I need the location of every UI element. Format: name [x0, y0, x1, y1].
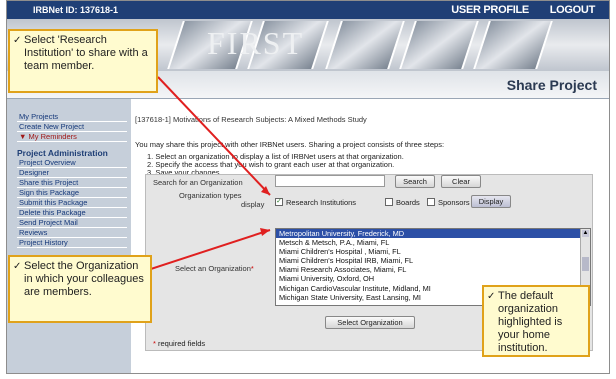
required-star: * — [153, 339, 156, 348]
check-icon: ✓ — [487, 291, 496, 302]
sidebar-item-sign-package[interactable]: Sign this Package — [17, 188, 127, 198]
callout-research-institution: ✓ Select 'Research Institution' to share… — [8, 29, 158, 93]
select-organization-button[interactable]: Select Organization — [325, 316, 415, 329]
sidebar-item-project-overview[interactable]: Project Overview — [17, 158, 127, 168]
banner-photo — [325, 21, 405, 69]
page-title: Share Project — [506, 77, 597, 93]
organization-option-selected[interactable]: Metropolitan University, Frederick, MD — [276, 229, 590, 239]
sidebar-item-create-project[interactable]: Create New Project — [17, 122, 127, 132]
reminder-icon: ▼ — [19, 132, 27, 141]
logout-link[interactable]: LOGOUT — [550, 4, 596, 16]
display-button[interactable]: Display — [471, 195, 511, 208]
check-icon: ✓ — [13, 261, 22, 272]
scroll-up-icon[interactable]: ▲ — [582, 230, 589, 237]
sponsors-label: Sponsors — [438, 198, 470, 207]
sidebar-item-reminders[interactable]: ▼ My Reminders — [17, 132, 127, 142]
organization-option[interactable]: Miami Research Associates, Miami, FL — [276, 265, 590, 274]
select-organization-label: Select an Organization* — [175, 264, 254, 273]
sponsors-checkbox[interactable] — [427, 198, 435, 206]
required-star: * — [250, 264, 254, 273]
banner-text: FIRST — [207, 25, 305, 61]
sidebar-item-my-projects[interactable]: My Projects — [17, 112, 127, 122]
callout-organization-text: Select the Organization in which your co… — [24, 260, 144, 298]
research-institutions-label: Research Institutions — [286, 198, 357, 207]
top-bar: IRBNet ID: 137618-1 USER PROFILE LOGOUT — [7, 1, 609, 19]
callout-default-text: The default organization highlighted is … — [498, 290, 563, 354]
organization-option[interactable]: Metsch & Metsch, P.A., Miami, FL — [276, 238, 590, 247]
required-note: * required fields — [153, 339, 205, 348]
irbnet-id: IRBNet ID: 137618-1 — [33, 5, 119, 15]
intro-text: You may share this project with other IR… — [135, 140, 445, 149]
required-note-text: required fields — [158, 339, 206, 348]
sidebar-item-share-project[interactable]: Share this Project — [17, 178, 127, 188]
organization-option[interactable]: Miami Children's Hospital , Miami, FL — [276, 247, 590, 256]
organization-option[interactable]: Miami University, Oxford, OH — [276, 274, 590, 283]
sidebar-section-title: Project Administration — [17, 148, 108, 158]
sidebar-item-designer[interactable]: Designer — [17, 168, 127, 178]
sidebar-item-submit-package[interactable]: Submit this Package — [17, 198, 127, 208]
callout-research-text: Select 'Research Institution' to share w… — [24, 34, 148, 72]
clear-button[interactable]: Clear — [441, 175, 481, 188]
callout-organization: ✓ Select the Organization in which your … — [8, 255, 152, 323]
user-profile-link[interactable]: USER PROFILE — [451, 4, 529, 16]
search-button[interactable]: Search — [395, 175, 435, 188]
sidebar-item-delete-package[interactable]: Delete this Package — [17, 208, 127, 218]
sidebar: My Projects Create New Project ▼ My Remi… — [7, 99, 131, 373]
organization-option[interactable]: Miami Children's Hospital IRB, Miami, FL — [276, 256, 590, 265]
sidebar-item-send-mail[interactable]: Send Project Mail — [17, 218, 127, 228]
organization-search-input[interactable] — [275, 175, 385, 187]
org-types-label-2: display — [241, 200, 265, 209]
search-label: Search for an Organization — [153, 178, 243, 187]
sidebar-item-project-history[interactable]: Project History — [17, 238, 127, 248]
boards-label: Boards — [396, 198, 420, 207]
sidebar-item-reviews[interactable]: Reviews — [17, 228, 127, 238]
scroll-thumb[interactable] — [582, 257, 589, 271]
select-organization-label-text: Select an Organization — [175, 264, 251, 273]
banner-photo — [473, 21, 553, 69]
org-types-label: Organization types — [179, 191, 242, 200]
project-title: [137618-1] Motivations of Research Subje… — [135, 115, 367, 124]
boards-checkbox[interactable] — [385, 198, 393, 206]
banner-photo — [399, 21, 479, 69]
research-institutions-checkbox[interactable]: ✓ — [275, 198, 283, 206]
check-icon: ✓ — [13, 35, 22, 46]
sidebar-item-label: My Reminders — [28, 132, 77, 141]
callout-default-organization: ✓ The default organization highlighted i… — [482, 285, 590, 357]
